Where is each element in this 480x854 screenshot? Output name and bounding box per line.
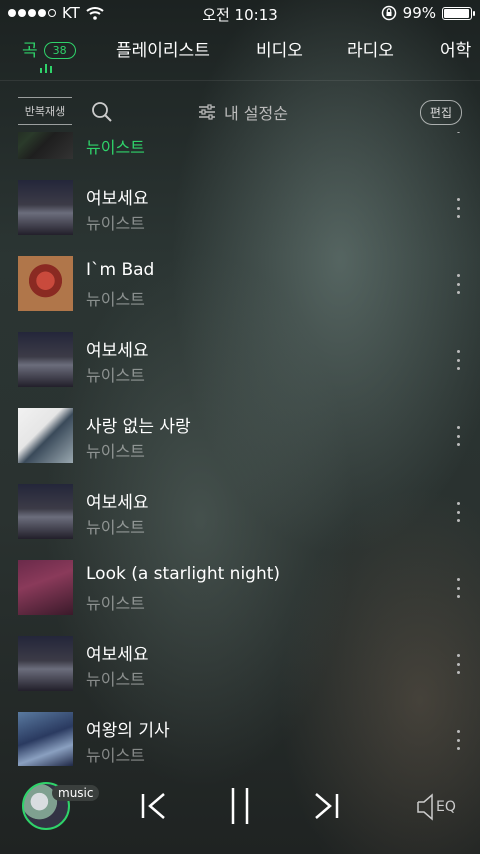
- status-bar: KT 오전 10:13 99%: [0, 0, 480, 28]
- album-art: [18, 560, 73, 615]
- album-art: [18, 180, 73, 235]
- album-art: [18, 132, 73, 159]
- song-list: 뉴이스트 여보세요 뉴이스트 I`m Bad 뉴이스트 여보세요 뉴이스트 사랑…: [0, 132, 480, 766]
- music-badge: music: [52, 785, 100, 801]
- song-title: I`m Bad: [86, 260, 155, 280]
- list-item[interactable]: 여보세요 뉴이스트: [0, 474, 480, 550]
- next-track-icon[interactable]: [312, 790, 340, 822]
- eq-label: EQ: [436, 799, 456, 815]
- list-item[interactable]: Look (a starlight night) 뉴이스트: [0, 550, 480, 626]
- album-art: [18, 712, 73, 766]
- album-art: [18, 256, 73, 311]
- battery-info: 99%: [381, 4, 475, 22]
- song-artist: 뉴이스트: [86, 214, 145, 233]
- tab-video[interactable]: 비디오: [256, 36, 303, 61]
- tab-songs[interactable]: 곡 38: [22, 36, 76, 61]
- album-art: [18, 332, 73, 387]
- list-item[interactable]: 여왕의 기사 뉴이스트: [0, 702, 480, 766]
- list-item[interactable]: 뉴이스트: [0, 132, 480, 170]
- song-artist: 뉴이스트: [86, 670, 145, 689]
- more-options-icon[interactable]: [456, 350, 460, 370]
- mini-player: music EQ: [0, 770, 480, 854]
- song-artist: 뉴이스트: [86, 366, 145, 385]
- battery-percent: 99%: [402, 4, 436, 22]
- song-artist: 뉴이스트: [86, 594, 145, 613]
- sort-button[interactable]: 내 설정순: [198, 100, 288, 124]
- tab-playlists[interactable]: 플레이리스트: [116, 36, 210, 61]
- song-title: 여왕의 기사: [86, 721, 170, 741]
- list-item[interactable]: 여보세요 뉴이스트: [0, 322, 480, 398]
- category-tabs: 곡 38 플레이리스트 비디오 라디오 어학: [0, 34, 480, 80]
- now-playing-indicator-icon: [40, 64, 52, 73]
- more-options-icon[interactable]: [456, 654, 460, 674]
- song-title: 사랑 없는 사랑: [86, 417, 191, 437]
- more-options-icon[interactable]: [456, 730, 460, 750]
- eq-button[interactable]: EQ: [416, 792, 456, 822]
- song-title: 여보세요: [86, 645, 149, 665]
- album-art: [18, 484, 73, 539]
- search-icon[interactable]: [90, 100, 114, 124]
- more-options-icon[interactable]: [456, 132, 460, 150]
- previous-track-icon[interactable]: [140, 790, 168, 822]
- pause-icon[interactable]: [228, 786, 252, 826]
- song-artist: 뉴이스트: [86, 442, 145, 461]
- list-item[interactable]: 여보세요 뉴이스트: [0, 170, 480, 246]
- list-toolbar: 반복재생 내 설정순 편집: [0, 94, 480, 130]
- more-options-icon[interactable]: [456, 198, 460, 218]
- album-art: [18, 636, 73, 691]
- sort-label: 내 설정순: [224, 104, 288, 123]
- tab-radio[interactable]: 라디오: [347, 36, 394, 61]
- song-artist: 뉴이스트: [86, 138, 145, 157]
- list-item[interactable]: 사랑 없는 사랑 뉴이스트: [0, 398, 480, 474]
- song-artist: 뉴이스트: [86, 518, 145, 537]
- divider: [0, 80, 480, 81]
- more-options-icon[interactable]: [456, 274, 460, 294]
- battery-icon: [442, 6, 475, 20]
- more-options-icon[interactable]: [456, 426, 460, 446]
- list-item[interactable]: I`m Bad 뉴이스트: [0, 246, 480, 322]
- repeat-button[interactable]: 반복재생: [18, 97, 72, 125]
- song-title: 여보세요: [86, 493, 149, 513]
- list-item[interactable]: 여보세요 뉴이스트: [0, 626, 480, 702]
- song-artist: 뉴이스트: [86, 746, 145, 765]
- more-options-icon[interactable]: [456, 578, 460, 598]
- tab-label: 곡: [22, 41, 38, 61]
- song-title: 여보세요: [86, 341, 149, 361]
- more-options-icon[interactable]: [456, 502, 460, 522]
- song-artist: 뉴이스트: [86, 290, 145, 309]
- song-title: Look (a starlight night): [86, 564, 281, 584]
- orientation-lock-icon: [381, 5, 396, 21]
- album-art: [18, 408, 73, 463]
- sort-sliders-icon: [199, 104, 215, 120]
- edit-button[interactable]: 편집: [419, 100, 462, 125]
- song-count-badge: 38: [43, 42, 76, 59]
- speaker-icon: [417, 793, 433, 821]
- song-title: 여보세요: [86, 189, 149, 209]
- tab-language[interactable]: 어학: [440, 36, 471, 61]
